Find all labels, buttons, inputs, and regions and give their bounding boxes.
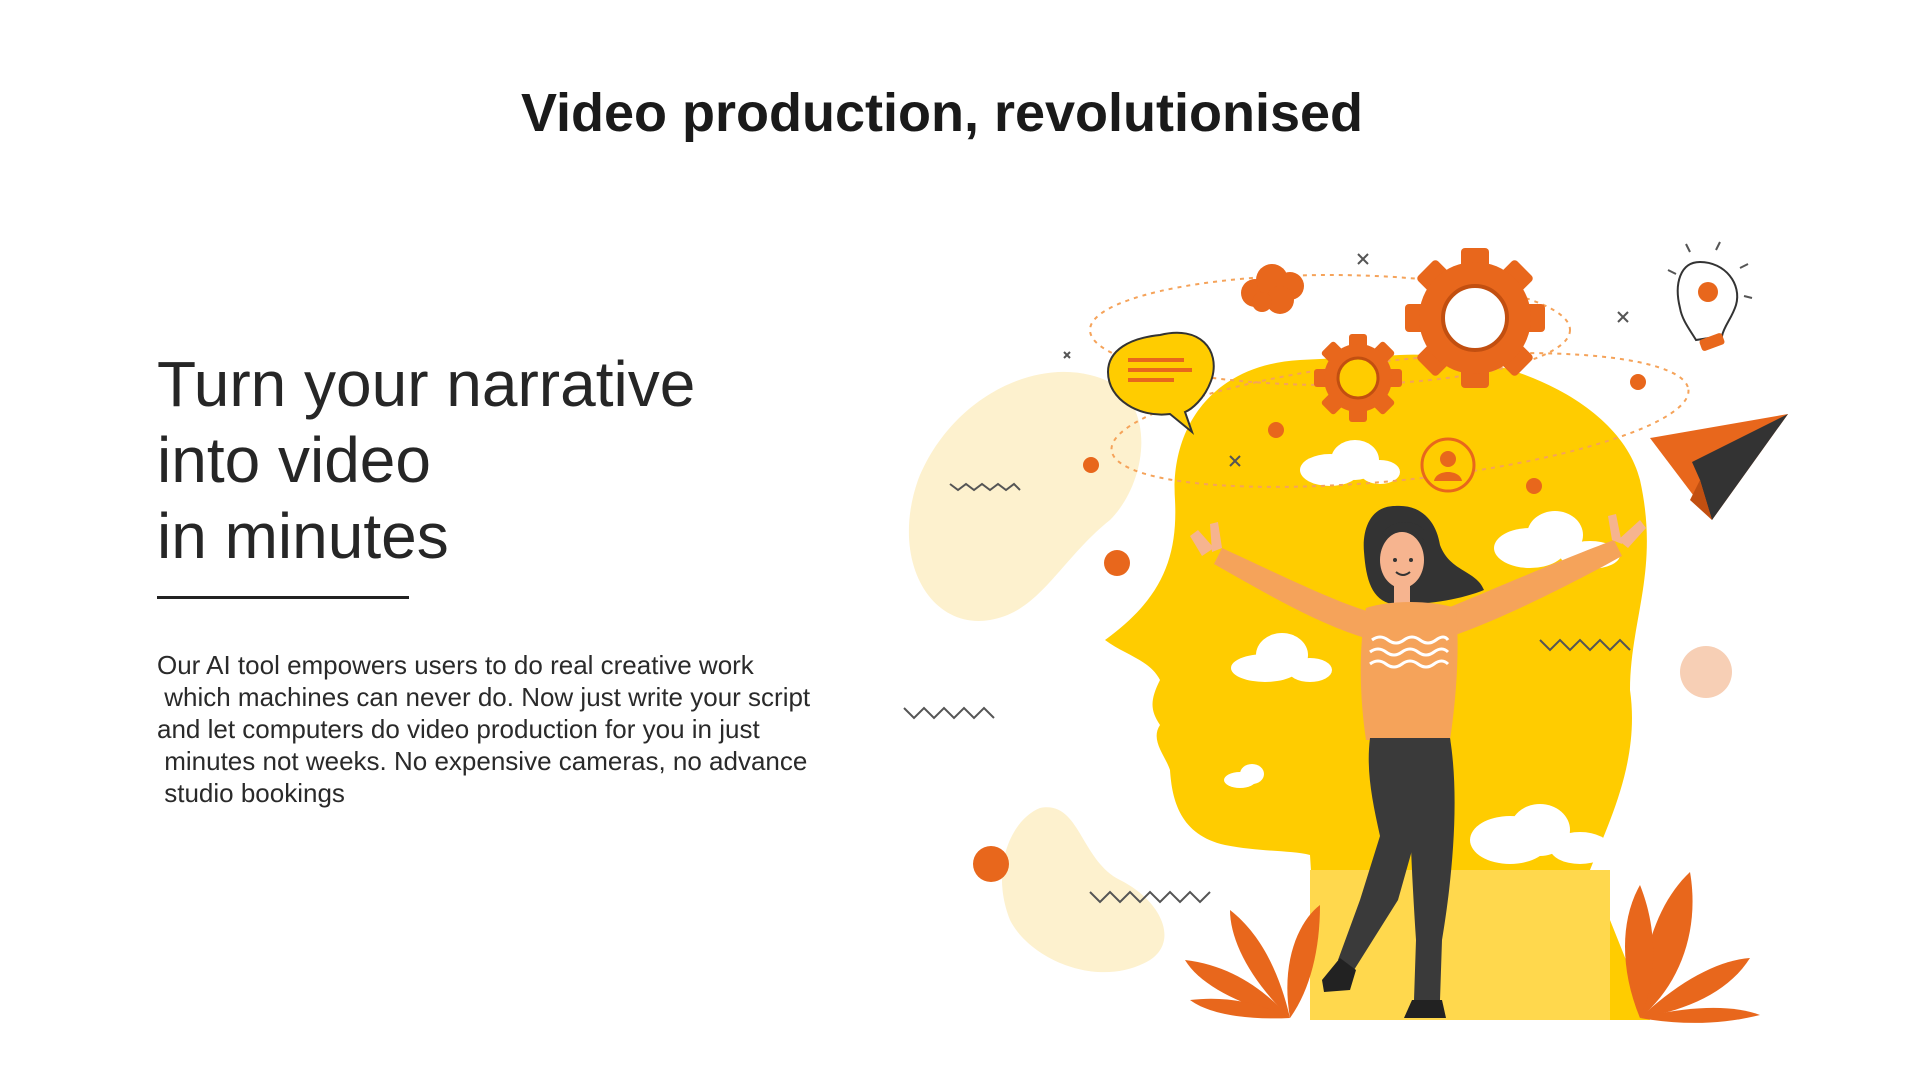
cloud-icon — [1241, 264, 1304, 314]
orange-dot — [1104, 550, 1130, 576]
gear-icon — [1405, 248, 1545, 388]
description-line: and let computers do video production fo… — [157, 714, 760, 744]
leaf-icon — [1625, 872, 1760, 1023]
lightbulb-icon — [1667, 241, 1753, 351]
peach-dot — [1680, 646, 1732, 698]
leaf-icon — [1185, 905, 1320, 1019]
orange-dot — [973, 846, 1009, 882]
page-title: Video production, revolutionised — [520, 83, 1364, 143]
hero-headline: Turn your narrative into video in minute… — [157, 346, 897, 574]
cream-blob-left — [908, 371, 1142, 621]
headline-line: in minutes — [157, 500, 449, 572]
description-line: Our AI tool empowers users to do real cr… — [157, 650, 754, 680]
paper-plane-icon — [1650, 414, 1788, 520]
hero-description: Our AI tool empowers users to do real cr… — [157, 649, 897, 809]
orbit-dot — [1268, 422, 1284, 438]
orbit-dot — [1630, 374, 1646, 390]
user-icon — [1420, 437, 1476, 493]
headline-line: Turn your narrative — [157, 348, 696, 420]
headline-line: into video — [157, 424, 431, 496]
description-line: studio bookings — [157, 778, 345, 808]
orbit-dot — [1083, 457, 1099, 473]
headline-divider — [157, 596, 409, 599]
hero-text: Turn your narrative into video in minute… — [157, 346, 897, 809]
hero-illustration — [903, 241, 1788, 1023]
cream-blob-bottom — [1001, 807, 1165, 973]
description-line: which machines can never do. Now just wr… — [157, 682, 811, 712]
description-line: minutes not weeks. No expensive cameras,… — [157, 746, 808, 776]
gear-icon — [1314, 334, 1402, 422]
orbit-dot — [1526, 478, 1542, 494]
